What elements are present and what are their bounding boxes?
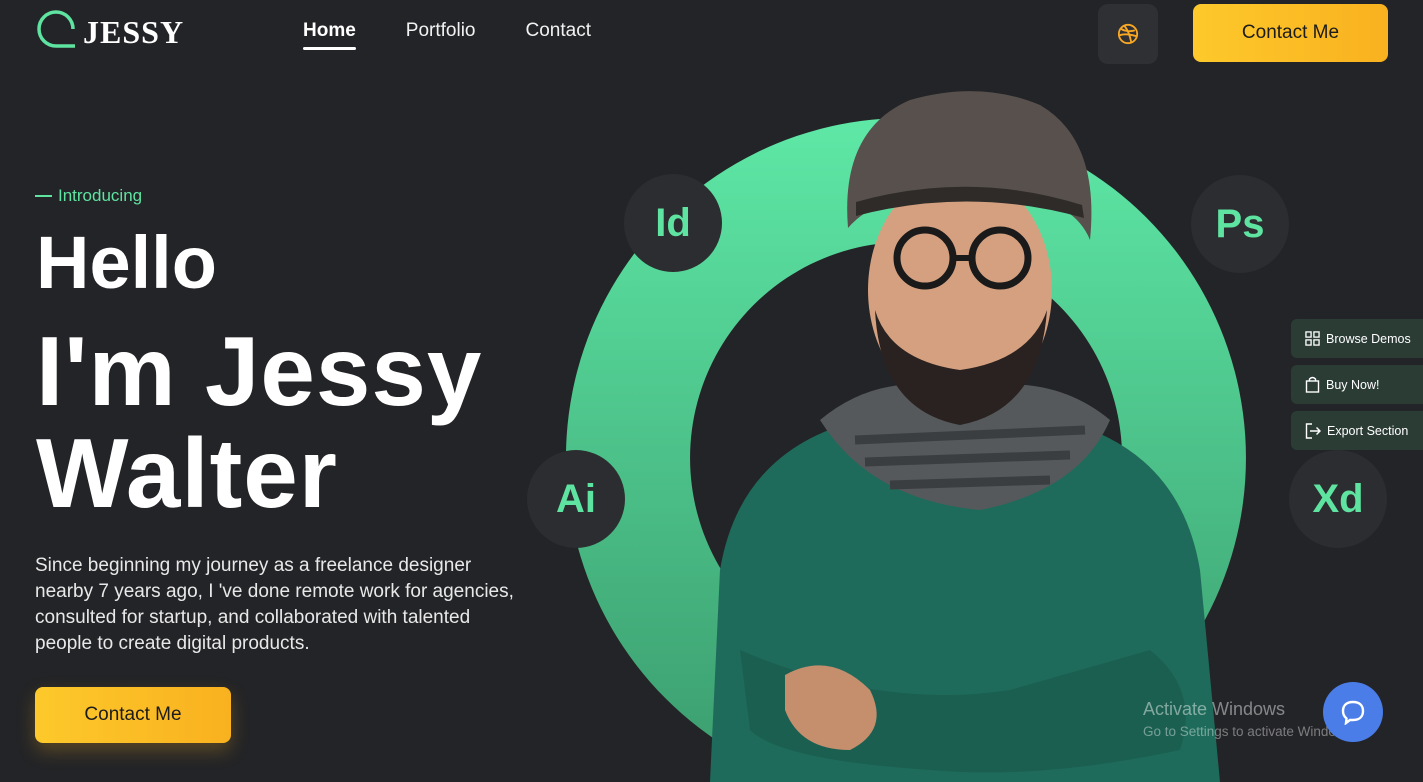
chat-button[interactable] [1323, 682, 1383, 742]
intro-dash [35, 195, 52, 197]
grid-icon [1305, 331, 1320, 346]
intro-text: Introducing [58, 186, 143, 205]
main-nav: Home Portfolio Contact [303, 20, 591, 50]
logo-mark-icon [37, 9, 75, 48]
intro-label: Introducing [35, 186, 142, 206]
nav-portfolio[interactable]: Portfolio [406, 20, 476, 50]
export-icon [1305, 422, 1321, 439]
hero-greeting: Hello [36, 221, 217, 304]
brand-logo[interactable]: JESSY [35, 6, 184, 51]
chat-bubble-icon [1341, 700, 1365, 725]
browse-demos-button[interactable]: Browse Demos [1291, 319, 1423, 358]
browse-demos-label: Browse Demos [1326, 331, 1411, 346]
nav-contact[interactable]: Contact [526, 20, 591, 50]
portrait-image [710, 91, 1220, 782]
hero-contact-button[interactable]: Contact Me [35, 687, 231, 743]
hero-name-line2: Walter [36, 418, 338, 528]
nav-home[interactable]: Home [303, 20, 356, 50]
dribbble-button[interactable] [1098, 4, 1158, 64]
activation-watermark-subtitle: Go to Settings to activate Windows. [1143, 724, 1357, 739]
hero-name-line1: I'm Jessy [36, 316, 483, 426]
export-section-button[interactable]: Export Section [1291, 411, 1423, 450]
xd-badge: Xd [1289, 450, 1387, 548]
activation-watermark-title: Activate Windows [1143, 699, 1286, 719]
shopping-bag-icon [1305, 376, 1320, 393]
indesign-badge: Id [624, 174, 722, 272]
illustrator-badge: Ai [527, 450, 625, 548]
export-section-label: Export Section [1327, 423, 1409, 438]
header-contact-button[interactable]: Contact Me [1193, 4, 1388, 62]
photoshop-badge: Ps [1191, 175, 1289, 273]
buy-now-label: Buy Now! [1326, 377, 1380, 392]
hero-description: Since beginning my journey as a freelanc… [35, 555, 514, 654]
brand-name: JESSY [83, 14, 185, 50]
dribbble-icon [1117, 23, 1139, 45]
buy-now-button[interactable]: Buy Now! [1291, 365, 1423, 404]
